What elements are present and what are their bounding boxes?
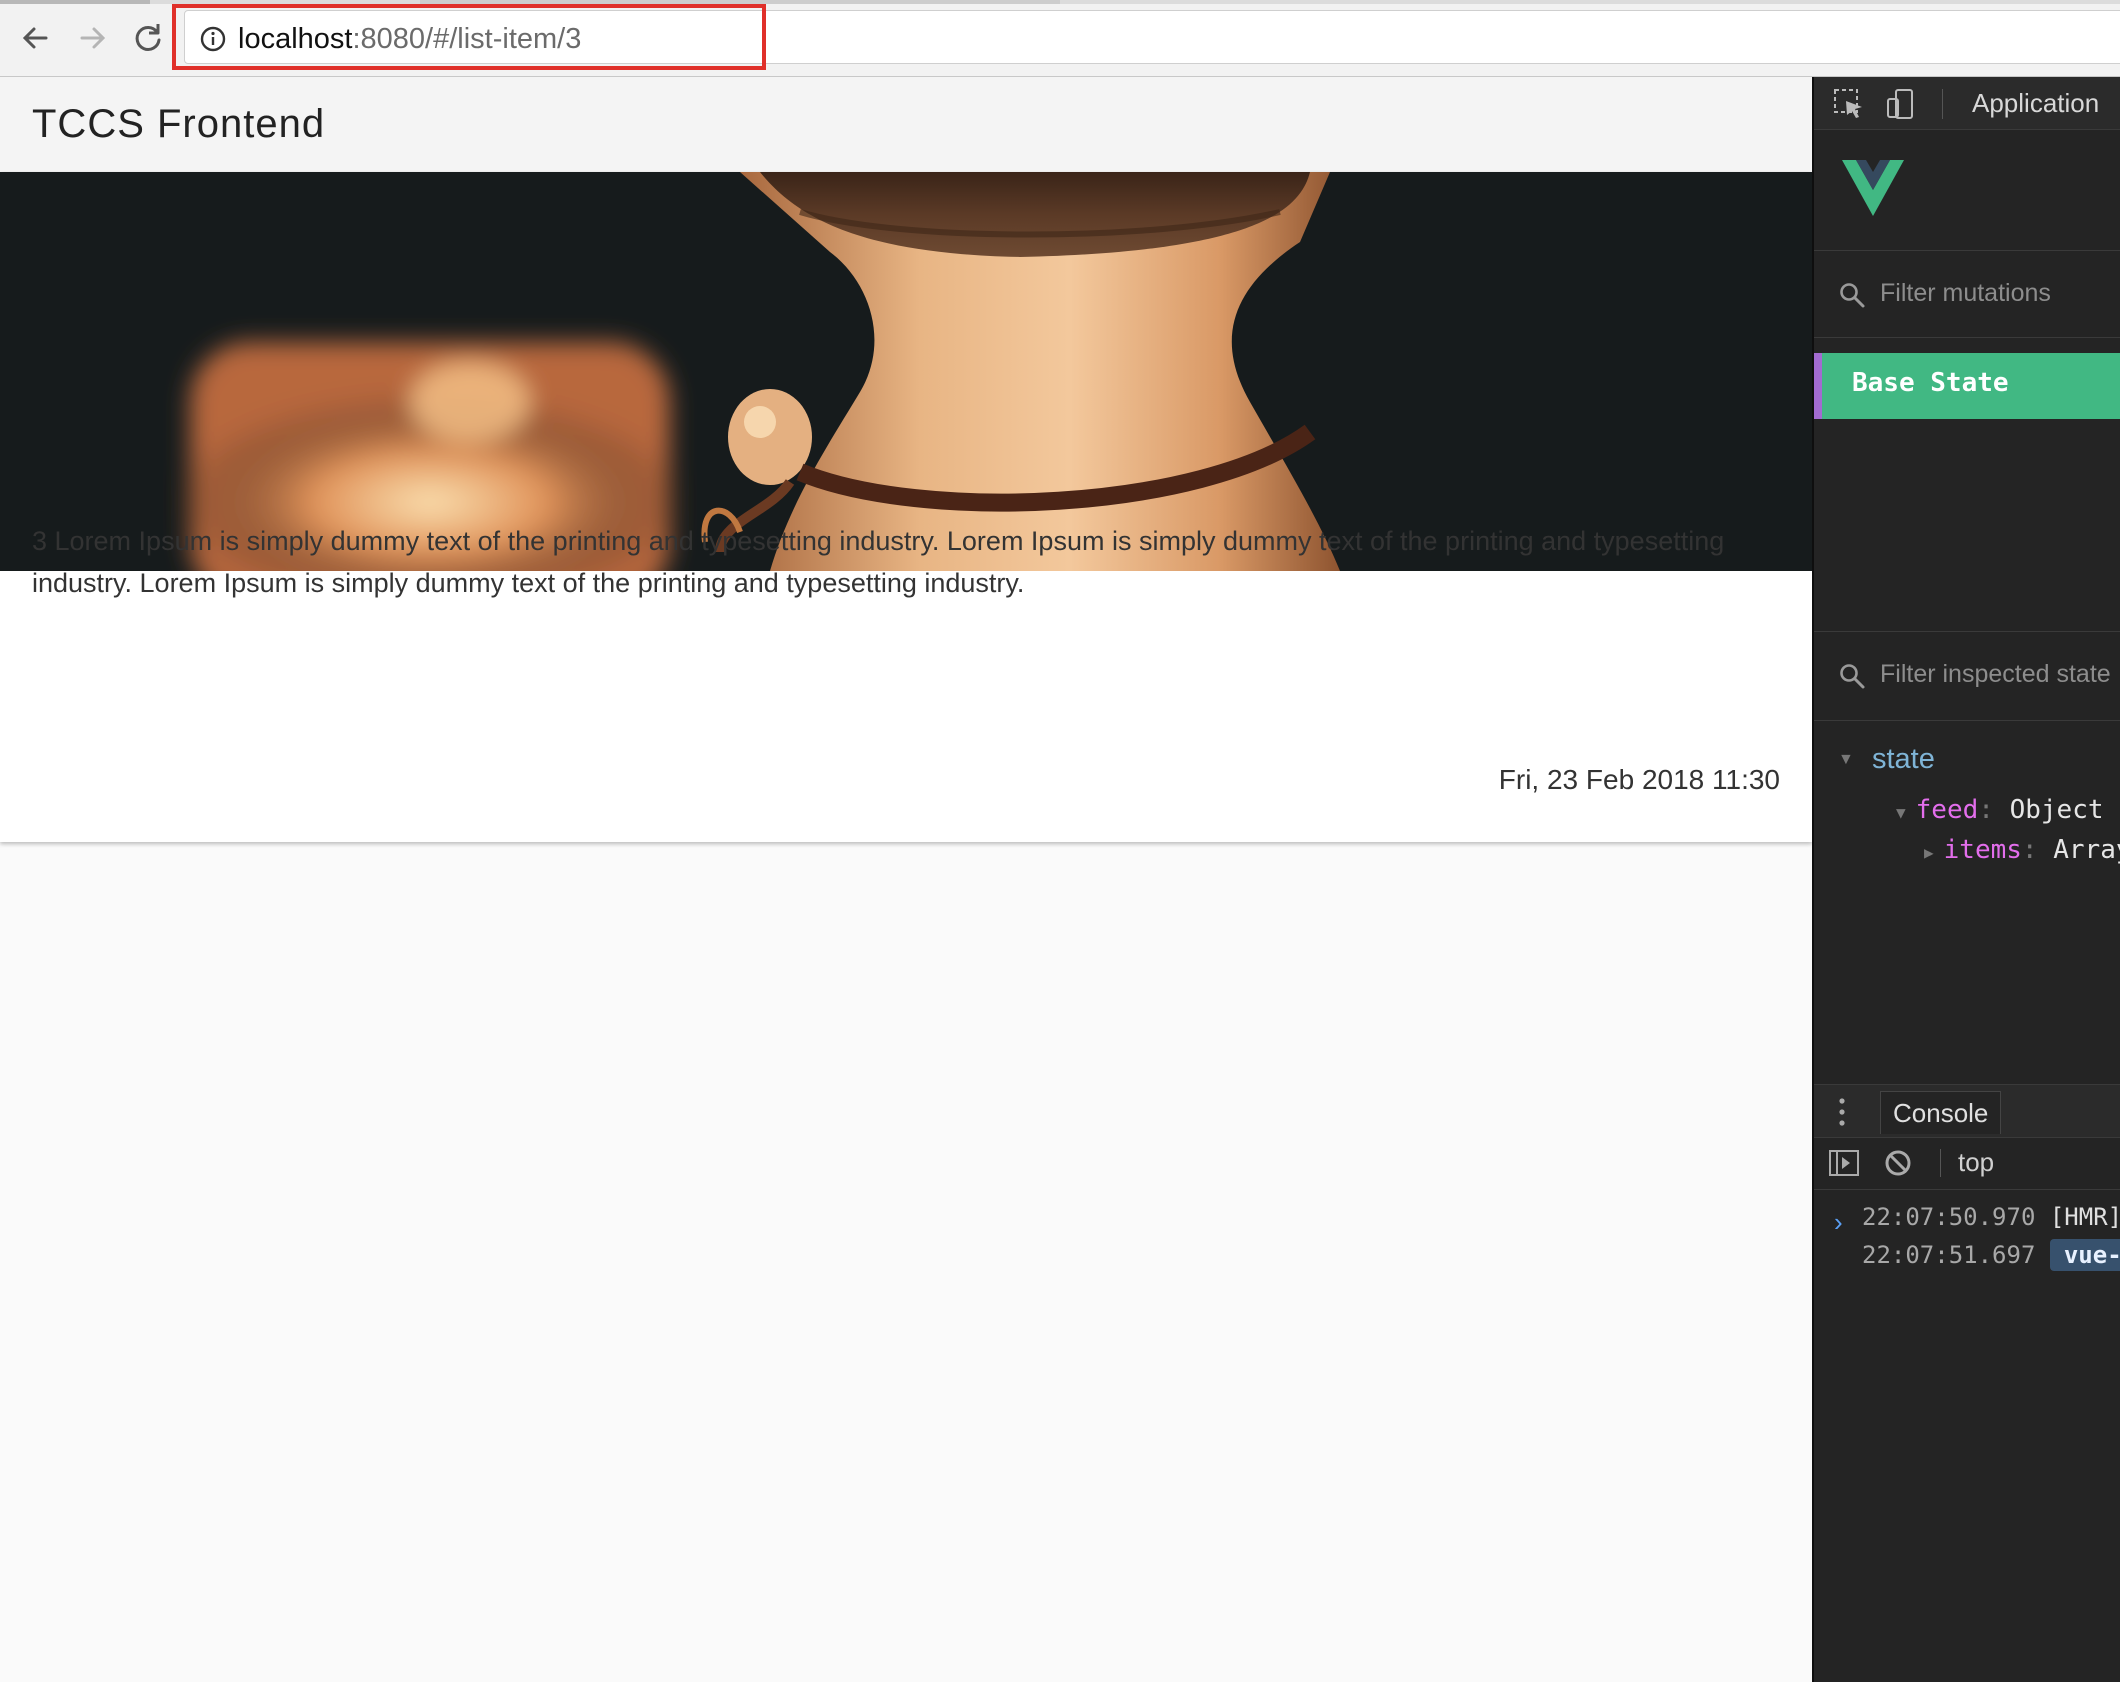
toolbar-divider [1940,1149,1941,1177]
card-date: Fri, 23 Feb 2018 11:30 [1498,764,1780,795]
url-path: :8080/#/list-item/3 [352,23,582,55]
hero-image [0,172,1812,571]
filter-mutations-bar[interactable]: Filter mutations [1814,251,2120,338]
browser-toolbar: localhost:8080/#/list-item/3 [0,0,2120,77]
tab-strip-segment [0,0,150,4]
app-header: TCCS Frontend [0,77,1812,172]
app-title: TCCS Frontend [32,102,326,146]
colon-separator: : [1978,795,1994,825]
list-item-card: 3 Lorem Ipsum is simply dummy text of th… [0,172,1812,842]
filter-state-bar[interactable]: Filter inspected state [1814,631,2120,721]
filter-mutations-input[interactable]: Filter mutations [1880,279,2051,308]
state-feed-row[interactable]: ▼ feed: Object [1896,795,2104,825]
back-button[interactable] [16,18,56,58]
vue-logo-icon [1842,160,1904,216]
filter-state-input[interactable]: Filter inspected state [1880,660,2111,689]
feed-key: feed [1915,795,1979,825]
arrow-right-icon [80,27,106,49]
colon-separator: : [2021,835,2038,865]
info-icon[interactable] [200,26,226,52]
arrow-left-icon [22,27,48,49]
console-prompt-icon[interactable]: › [1834,1207,1843,1238]
base-state-entry[interactable]: Base State [1814,353,2120,419]
log-badge: vue-de [2049,1239,2120,1271]
reload-icon [135,24,161,51]
search-icon [1840,283,1865,308]
url-text[interactable]: localhost:8080/#/list-item/3 [238,20,581,58]
page-viewport: TCCS Frontend 3 Lorem Ipsum is simply du… [0,77,1812,1682]
inspect-element-icon[interactable] [1832,87,1866,121]
devtools-toolbar: Application [1814,77,2120,130]
state-tree-root[interactable]: ▼ state [1838,743,1935,776]
items-value: Array[3 [2053,835,2120,865]
device-toggle-icon[interactable] [1884,87,1918,121]
console-toolbar: top [1814,1137,2120,1190]
log-timestamp: 22:07:51.697 [1862,1241,2036,1269]
reload-button[interactable] [128,18,168,58]
state-key-label: state [1872,743,1935,775]
state-items-row[interactable]: ▶ items: Array[3 [1924,835,2120,865]
url-host: localhost [238,23,353,55]
clear-console-icon[interactable] [1884,1149,1912,1177]
card-body-text: 3 Lorem Ipsum is simply dummy text of th… [32,526,1725,598]
forward-button[interactable] [72,18,112,58]
sidebar-toggle-icon[interactable] [1828,1149,1860,1177]
kebab-menu-icon[interactable] [1838,1097,1846,1127]
items-key: items [1943,835,2022,865]
console-log-line: 22:07:51.697 vue-de [1862,1239,2120,1271]
log-timestamp: 22:07:50.970 [1862,1203,2036,1231]
toolbar-divider [1942,89,1943,119]
caret-down-icon: ▼ [1838,751,1854,768]
vue-devtools-header [1814,130,2120,251]
devtools-panel: Application Filter mutations Base State … [1812,77,2120,1682]
tab-application[interactable]: Application [1972,87,2099,119]
caret-right-icon: ▶ [1924,843,1934,862]
log-message: [HMR] W [2049,1203,2120,1231]
caret-down-icon: ▼ [1896,803,1906,822]
console-drawer-tabs: Console [1814,1084,2120,1138]
context-selector[interactable]: top [1958,1147,1994,1178]
base-state-label: Base State [1852,368,2009,398]
console-log-line: 22:07:50.970 [HMR] W [1862,1203,2120,1231]
feed-value: Object [2009,795,2104,825]
tab-console[interactable]: Console [1880,1091,2002,1134]
search-icon [1840,664,1865,689]
